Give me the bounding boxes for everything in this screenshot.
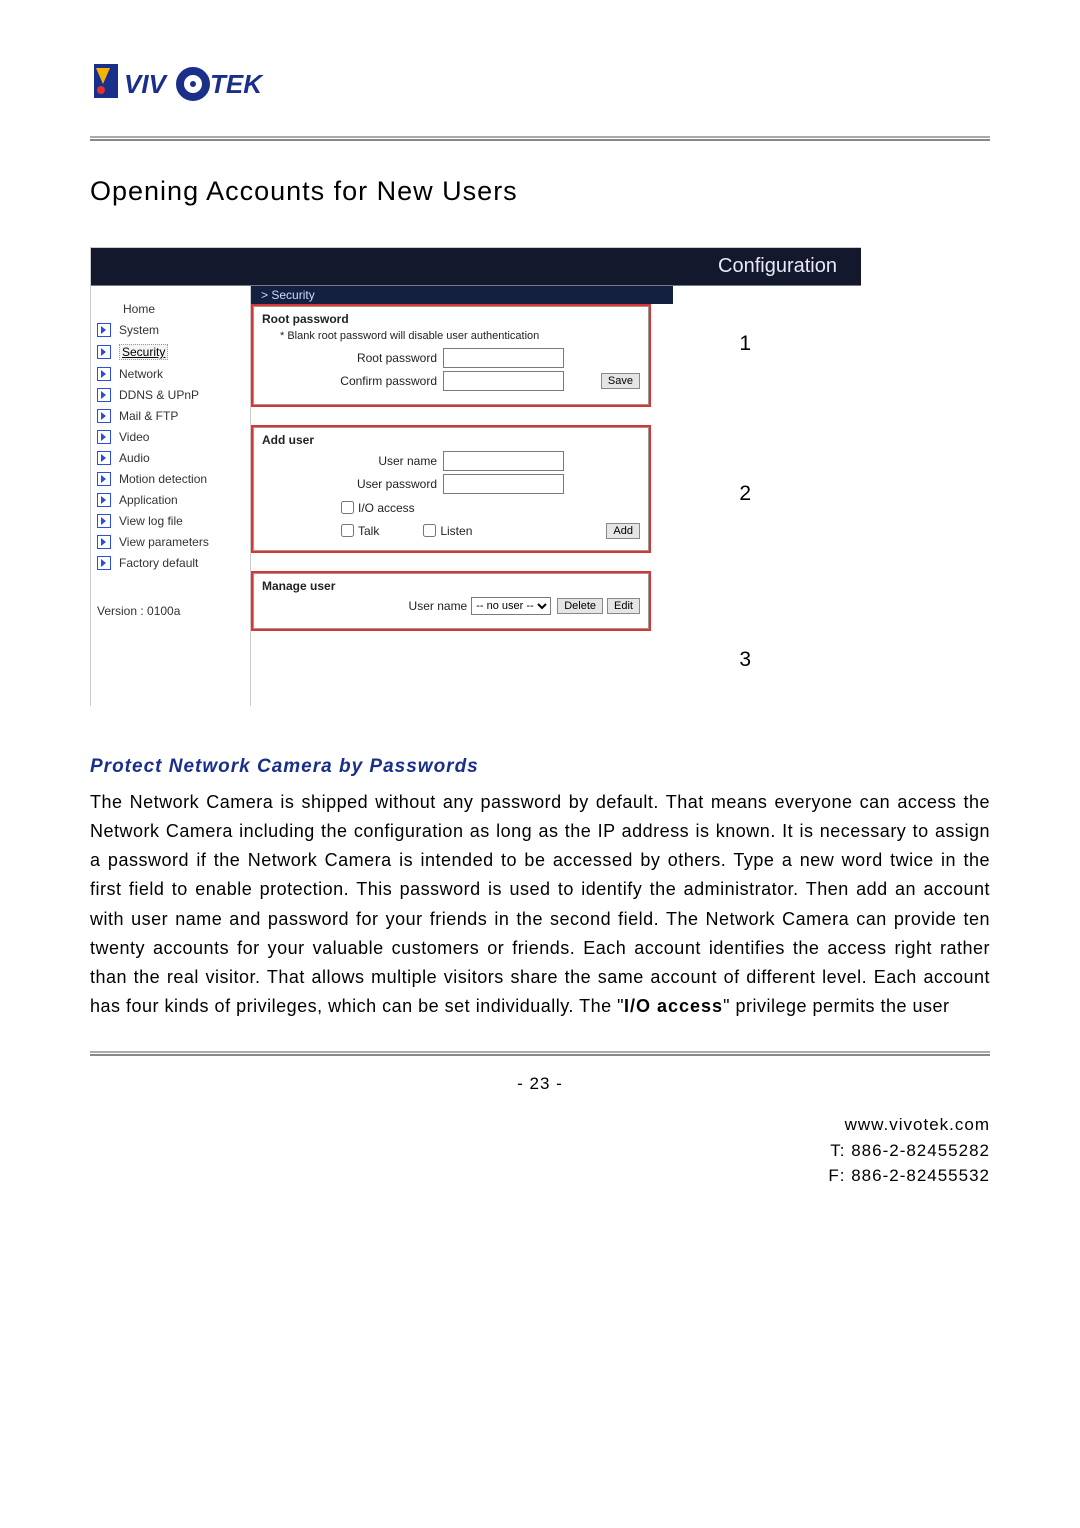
body-text-bold: I/O access — [624, 996, 723, 1016]
sidebar-item-label: Motion detection — [119, 472, 207, 486]
panel-legend: Root password — [262, 312, 640, 326]
manage-user-select[interactable]: -- no user -- — [471, 597, 551, 615]
save-button[interactable]: Save — [601, 373, 640, 389]
arrow-icon — [97, 409, 111, 423]
sidebar-item-network[interactable]: Network — [95, 364, 250, 385]
arrow-icon — [97, 345, 111, 359]
sidebar-item-label: View parameters — [119, 535, 209, 549]
panel-root-password: Root password * Blank root password will… — [251, 304, 651, 407]
arrow-icon — [97, 493, 111, 507]
sidebar-item-label: Video — [119, 430, 149, 444]
sidebar-item-label: Audio — [119, 451, 150, 465]
body-text-b: " privilege permits the user — [723, 996, 949, 1016]
callout-3: 3 — [739, 648, 751, 672]
confirm-password-input[interactable] — [443, 371, 564, 391]
sidebar-item-motion[interactable]: Motion detection — [95, 469, 250, 490]
arrow-icon — [97, 388, 111, 402]
page-heading: Opening Accounts for New Users — [90, 176, 990, 207]
note-text: * Blank root password will disable user … — [280, 330, 640, 342]
panel-legend: Add user — [262, 433, 640, 447]
footer-site: www.vivotek.com — [90, 1112, 990, 1138]
io-access-label: I/O access — [358, 501, 415, 515]
arrow-icon — [97, 451, 111, 465]
sidebar-item-label: Mail & FTP — [119, 409, 178, 423]
config-titlebar: Configuration — [91, 248, 861, 286]
footer-fax: F: 886-2-82455532 — [90, 1163, 990, 1189]
arrow-icon — [97, 430, 111, 444]
sub-heading: Protect Network Camera by Passwords — [90, 756, 990, 778]
talk-label: Talk — [358, 524, 379, 538]
callout-1: 1 — [739, 332, 751, 356]
panel-add-user: Add user User name User password I/O acc… — [251, 425, 651, 553]
arrow-icon — [97, 367, 111, 381]
version-text: Version : 0100a — [97, 604, 250, 618]
sidebar-item-security[interactable]: Security — [95, 341, 250, 364]
arrow-icon — [97, 323, 111, 337]
footer-tel: T: 886-2-82455282 — [90, 1138, 990, 1164]
add-button[interactable]: Add — [606, 523, 640, 539]
main-pane: > Security Root password * Blank root pa… — [251, 286, 861, 706]
sidebar-item-label: Network — [119, 367, 163, 381]
arrow-icon — [97, 472, 111, 486]
sidebar-item-label: Security — [119, 344, 168, 360]
sidebar-item-video[interactable]: Video — [95, 427, 250, 448]
userpassword-label: User password — [262, 477, 443, 491]
listen-checkbox[interactable] — [423, 524, 436, 537]
sidebar-item-label: Application — [119, 493, 178, 507]
sidebar-item-label: System — [119, 323, 159, 337]
page-number: - 23 - — [90, 1074, 990, 1094]
panel-legend: Manage user — [262, 579, 640, 593]
io-access-checkbox[interactable] — [341, 501, 354, 514]
sidebar-item-ddns[interactable]: DDNS & UPnP — [95, 385, 250, 406]
root-password-input[interactable] — [443, 348, 564, 368]
confirm-password-label: Confirm password — [262, 374, 443, 388]
delete-button[interactable]: Delete — [557, 598, 603, 614]
arrow-icon — [97, 514, 111, 528]
manage-username-label: User name — [409, 599, 472, 613]
arrow-icon — [97, 556, 111, 570]
sidebar-item-system[interactable]: System — [95, 320, 250, 341]
sidebar-item-label: Factory default — [119, 556, 198, 570]
sidebar-item-viewparams[interactable]: View parameters — [95, 532, 250, 553]
username-input[interactable] — [443, 451, 564, 471]
sidebar: Home System Security Network DDNS & UPnP — [91, 286, 251, 706]
body-text-a: The Network Camera is shipped without an… — [90, 792, 990, 1016]
username-label: User name — [262, 454, 443, 468]
sidebar-item-label: View log file — [119, 514, 183, 528]
sidebar-item-home[interactable]: Home — [95, 292, 250, 320]
config-screenshot: Configuration Home System Security Netwo… — [90, 247, 861, 706]
listen-label: Listen — [440, 524, 472, 538]
divider-top — [90, 136, 990, 141]
userpassword-input[interactable] — [443, 474, 564, 494]
divider-bottom — [90, 1051, 990, 1056]
breadcrumb: > Security — [251, 286, 673, 304]
sidebar-item-label: DDNS & UPnP — [119, 388, 199, 402]
callout-2: 2 — [739, 482, 751, 506]
logo: VIV TEK — [90, 60, 990, 106]
config-title: Configuration — [718, 255, 837, 277]
svg-text:TEK: TEK — [210, 69, 264, 99]
sidebar-item-factory[interactable]: Factory default — [95, 553, 250, 574]
talk-checkbox[interactable] — [341, 524, 354, 537]
svg-text:VIV: VIV — [124, 69, 169, 99]
panel-manage-user: Manage user User name -- no user -- Dele… — [251, 571, 651, 631]
root-password-label: Root password — [262, 351, 443, 365]
sidebar-item-audio[interactable]: Audio — [95, 448, 250, 469]
sidebar-item-mailftp[interactable]: Mail & FTP — [95, 406, 250, 427]
body-paragraph: The Network Camera is shipped without an… — [90, 788, 990, 1021]
sidebar-item-viewlog[interactable]: View log file — [95, 511, 250, 532]
sidebar-item-label: Home — [123, 302, 155, 316]
sidebar-item-application[interactable]: Application — [95, 490, 250, 511]
edit-button[interactable]: Edit — [607, 598, 640, 614]
arrow-icon — [97, 535, 111, 549]
footer: www.vivotek.com T: 886-2-82455282 F: 886… — [90, 1112, 990, 1189]
